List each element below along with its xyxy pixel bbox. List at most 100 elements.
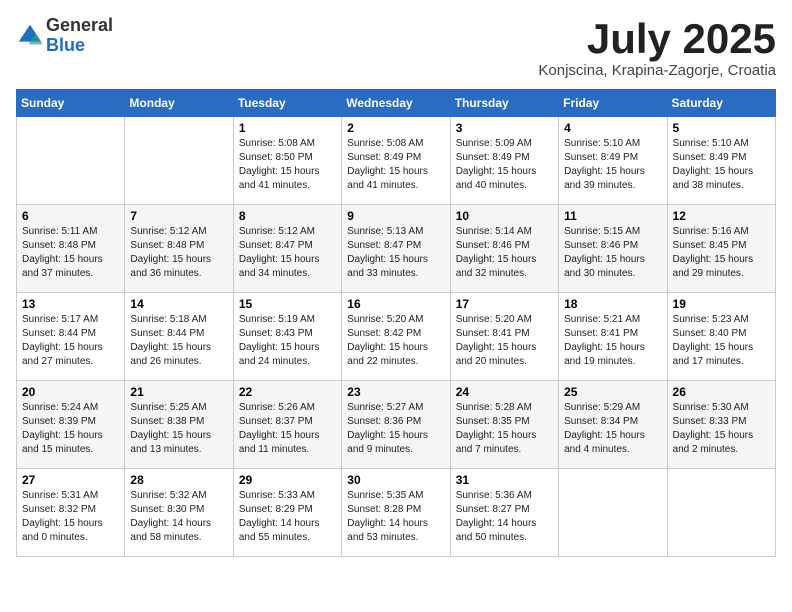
day-number: 3 <box>456 121 553 135</box>
day-info: Sunrise: 5:24 AMSunset: 8:39 PMDaylight:… <box>22 401 119 457</box>
weekday-header-saturday: Saturday <box>667 90 775 117</box>
weekday-header-row: SundayMondayTuesdayWednesdayThursdayFrid… <box>17 90 776 117</box>
calendar-week-2: 6 Sunrise: 5:11 AMSunset: 8:48 PMDaylight… <box>17 205 776 293</box>
logo: General Blue <box>16 16 113 56</box>
day-info: Sunrise: 5:29 AMSunset: 8:34 PMDaylight:… <box>564 401 661 457</box>
day-info: Sunrise: 5:12 AMSunset: 8:48 PMDaylight:… <box>130 225 227 281</box>
calendar-cell <box>17 117 125 205</box>
logo-text: General Blue <box>46 16 113 56</box>
calendar-cell: 1 Sunrise: 5:08 AMSunset: 8:50 PMDaylight… <box>233 117 341 205</box>
location: Konjscina, Krapina-Zagorje, Croatia <box>538 62 776 79</box>
day-number: 4 <box>564 121 661 135</box>
calendar-cell: 24 Sunrise: 5:28 AMSunset: 8:35 PMDayligh… <box>450 381 558 469</box>
day-info: Sunrise: 5:12 AMSunset: 8:47 PMDaylight:… <box>239 225 336 281</box>
day-info: Sunrise: 5:16 AMSunset: 8:45 PMDaylight:… <box>673 225 770 281</box>
calendar-table: SundayMondayTuesdayWednesdayThursdayFrid… <box>16 89 776 557</box>
day-number: 29 <box>239 473 336 487</box>
day-info: Sunrise: 5:21 AMSunset: 8:41 PMDaylight:… <box>564 313 661 369</box>
calendar-cell: 12Sunrise: 5:16 AMSunset: 8:45 PMDayligh… <box>667 205 775 293</box>
day-number: 1 <box>239 121 336 135</box>
day-info: Sunrise: 5:19 AMSunset: 8:43 PMDaylight:… <box>239 313 336 369</box>
day-info: Sunrise: 5:20 AMSunset: 8:42 PMDaylight:… <box>347 313 444 369</box>
day-info: Sunrise: 5:33 AMSunset: 8:29 PMDaylight:… <box>239 489 336 545</box>
day-number: 20 <box>22 385 119 399</box>
calendar-cell: 23Sunrise: 5:27 AMSunset: 8:36 PMDayligh… <box>342 381 450 469</box>
day-info: Sunrise: 5:30 AMSunset: 8:33 PMDaylight:… <box>673 401 770 457</box>
day-info: Sunrise: 5:13 AMSunset: 8:47 PMDaylight:… <box>347 225 444 281</box>
day-number: 2 <box>347 121 444 135</box>
weekday-header-thursday: Thursday <box>450 90 558 117</box>
day-number: 26 <box>673 385 770 399</box>
day-info: Sunrise: 5:32 AMSunset: 8:30 PMDaylight:… <box>130 489 227 545</box>
day-info: Sunrise: 5:08 AMSunset: 8:49 PMDaylight:… <box>347 137 444 193</box>
calendar-cell: 14Sunrise: 5:18 AMSunset: 8:44 PMDayligh… <box>125 293 233 381</box>
day-number: 9 <box>347 209 444 223</box>
calendar-cell: 30Sunrise: 5:35 AMSunset: 8:28 PMDayligh… <box>342 469 450 557</box>
month-title: July 2025 <box>538 16 776 62</box>
calendar-cell: 19 Sunrise: 5:23 AMSunset: 8:40 PMDayligh… <box>667 293 775 381</box>
calendar-cell: 3 Sunrise: 5:09 AMSunset: 8:49 PMDaylight… <box>450 117 558 205</box>
day-number: 25 <box>564 385 661 399</box>
calendar-cell: 25 Sunrise: 5:29 AMSunset: 8:34 PMDayligh… <box>559 381 667 469</box>
calendar-cell: 27 Sunrise: 5:31 AMSunset: 8:32 PMDayligh… <box>17 469 125 557</box>
calendar-cell <box>125 117 233 205</box>
day-info: Sunrise: 5:23 AMSunset: 8:40 PMDaylight:… <box>673 313 770 369</box>
day-number: 21 <box>130 385 227 399</box>
day-info: Sunrise: 5:27 AMSunset: 8:36 PMDaylight:… <box>347 401 444 457</box>
calendar-cell: 10 Sunrise: 5:14 AMSunset: 8:46 PMDayligh… <box>450 205 558 293</box>
day-info: Sunrise: 5:15 AMSunset: 8:46 PMDaylight:… <box>564 225 661 281</box>
day-number: 10 <box>456 209 553 223</box>
calendar-cell: 17Sunrise: 5:20 AMSunset: 8:41 PMDayligh… <box>450 293 558 381</box>
calendar-cell: 31 Sunrise: 5:36 AMSunset: 8:27 PMDayligh… <box>450 469 558 557</box>
calendar-cell: 5 Sunrise: 5:10 AMSunset: 8:49 PMDaylight… <box>667 117 775 205</box>
calendar-cell: 4 Sunrise: 5:10 AMSunset: 8:49 PMDaylight… <box>559 117 667 205</box>
calendar-week-1: 1 Sunrise: 5:08 AMSunset: 8:50 PMDaylight… <box>17 117 776 205</box>
calendar-week-4: 20 Sunrise: 5:24 AMSunset: 8:39 PMDayligh… <box>17 381 776 469</box>
day-info: Sunrise: 5:25 AMSunset: 8:38 PMDaylight:… <box>130 401 227 457</box>
day-number: 7 <box>130 209 227 223</box>
calendar-cell: 28 Sunrise: 5:32 AMSunset: 8:30 PMDayligh… <box>125 469 233 557</box>
day-info: Sunrise: 5:10 AMSunset: 8:49 PMDaylight:… <box>564 137 661 193</box>
day-info: Sunrise: 5:35 AMSunset: 8:28 PMDaylight:… <box>347 489 444 545</box>
weekday-header-tuesday: Tuesday <box>233 90 341 117</box>
day-number: 16 <box>347 297 444 311</box>
logo-icon <box>16 22 44 50</box>
day-number: 5 <box>673 121 770 135</box>
day-number: 8 <box>239 209 336 223</box>
day-number: 18 <box>564 297 661 311</box>
day-info: Sunrise: 5:08 AMSunset: 8:50 PMDaylight:… <box>239 137 336 193</box>
weekday-header-friday: Friday <box>559 90 667 117</box>
day-info: Sunrise: 5:28 AMSunset: 8:35 PMDaylight:… <box>456 401 553 457</box>
weekday-header-sunday: Sunday <box>17 90 125 117</box>
day-number: 15 <box>239 297 336 311</box>
calendar-cell: 7 Sunrise: 5:12 AMSunset: 8:48 PMDaylight… <box>125 205 233 293</box>
day-info: Sunrise: 5:36 AMSunset: 8:27 PMDaylight:… <box>456 489 553 545</box>
calendar-cell: 2 Sunrise: 5:08 AMSunset: 8:49 PMDaylight… <box>342 117 450 205</box>
day-info: Sunrise: 5:10 AMSunset: 8:49 PMDaylight:… <box>673 137 770 193</box>
day-number: 22 <box>239 385 336 399</box>
calendar-cell: 26 Sunrise: 5:30 AMSunset: 8:33 PMDayligh… <box>667 381 775 469</box>
calendar-cell: 9 Sunrise: 5:13 AMSunset: 8:47 PMDaylight… <box>342 205 450 293</box>
day-info: Sunrise: 5:14 AMSunset: 8:46 PMDaylight:… <box>456 225 553 281</box>
day-info: Sunrise: 5:31 AMSunset: 8:32 PMDaylight:… <box>22 489 119 545</box>
calendar-cell: 15 Sunrise: 5:19 AMSunset: 8:43 PMDayligh… <box>233 293 341 381</box>
calendar-cell: 13Sunrise: 5:17 AMSunset: 8:44 PMDayligh… <box>17 293 125 381</box>
day-number: 27 <box>22 473 119 487</box>
calendar-week-3: 13Sunrise: 5:17 AMSunset: 8:44 PMDayligh… <box>17 293 776 381</box>
day-number: 24 <box>456 385 553 399</box>
calendar-cell: 16 Sunrise: 5:20 AMSunset: 8:42 PMDayligh… <box>342 293 450 381</box>
day-number: 6 <box>22 209 119 223</box>
calendar-cell: 18 Sunrise: 5:21 AMSunset: 8:41 PMDayligh… <box>559 293 667 381</box>
calendar-cell: 22Sunrise: 5:26 AMSunset: 8:37 PMDayligh… <box>233 381 341 469</box>
day-number: 28 <box>130 473 227 487</box>
day-info: Sunrise: 5:11 AMSunset: 8:48 PMDaylight:… <box>22 225 119 281</box>
title-block: July 2025 Konjscina, Krapina-Zagorje, Cr… <box>538 16 776 79</box>
day-number: 31 <box>456 473 553 487</box>
day-number: 19 <box>673 297 770 311</box>
day-info: Sunrise: 5:09 AMSunset: 8:49 PMDaylight:… <box>456 137 553 193</box>
weekday-header-monday: Monday <box>125 90 233 117</box>
calendar-cell: 20 Sunrise: 5:24 AMSunset: 8:39 PMDayligh… <box>17 381 125 469</box>
calendar-cell: 11Sunrise: 5:15 AMSunset: 8:46 PMDayligh… <box>559 205 667 293</box>
page-header: General Blue July 2025 Konjscina, Krapin… <box>16 16 776 79</box>
weekday-header-wednesday: Wednesday <box>342 90 450 117</box>
